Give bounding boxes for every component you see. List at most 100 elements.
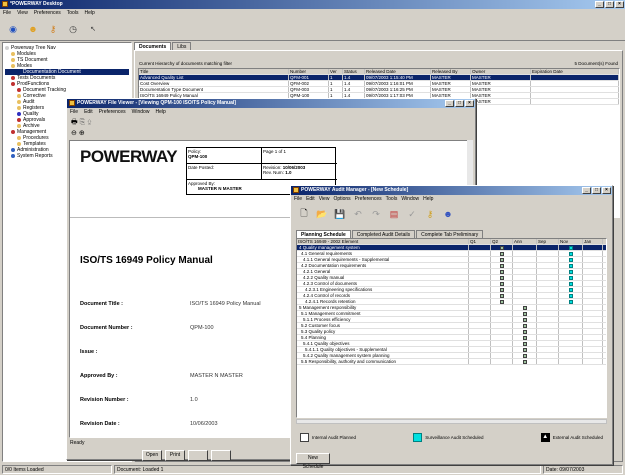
checkbox-icon[interactable] bbox=[523, 311, 527, 316]
menu-preferences[interactable]: Preferences bbox=[34, 9, 61, 17]
audit-cell[interactable] bbox=[537, 245, 559, 250]
column-header[interactable]: Status bbox=[343, 69, 365, 74]
audit-cell[interactable] bbox=[559, 251, 583, 256]
audit-column-header[interactable]: Ann bbox=[513, 239, 537, 244]
audit-cell[interactable] bbox=[583, 335, 603, 340]
checkbox-icon[interactable] bbox=[523, 323, 527, 328]
checkbox-icon[interactable] bbox=[500, 293, 504, 298]
audit-cell[interactable] bbox=[559, 353, 583, 358]
audit-cell[interactable] bbox=[513, 359, 537, 364]
audit-cell[interactable] bbox=[513, 347, 537, 352]
zoom-out-icon[interactable]: ⊖ bbox=[71, 130, 77, 137]
audit-cell[interactable] bbox=[469, 293, 491, 298]
audit-cell[interactable] bbox=[469, 275, 491, 280]
audit-cell[interactable] bbox=[537, 323, 559, 328]
audit-cell[interactable] bbox=[469, 323, 491, 328]
audit-cell[interactable] bbox=[491, 293, 513, 298]
audit-cell[interactable] bbox=[583, 341, 603, 346]
audit-hscroll[interactable] bbox=[296, 419, 607, 424]
audit-cell[interactable] bbox=[583, 305, 603, 310]
audit-cell[interactable] bbox=[537, 251, 559, 256]
print-button[interactable]: Print bbox=[165, 450, 185, 461]
audit-cell[interactable] bbox=[559, 275, 583, 280]
audit-column-header[interactable]: Jan bbox=[583, 239, 603, 244]
audit-cell[interactable] bbox=[513, 323, 537, 328]
checkbox-icon[interactable] bbox=[500, 263, 504, 268]
audit-cell[interactable] bbox=[583, 257, 603, 262]
checkbox-icon[interactable] bbox=[500, 281, 504, 286]
viewer-menu-help[interactable]: Help bbox=[155, 108, 165, 116]
viewer-menu-preferences[interactable]: Preferences bbox=[99, 108, 126, 116]
column-header[interactable]: Ver bbox=[329, 69, 343, 74]
audit-cell[interactable] bbox=[469, 359, 491, 364]
audit-cell[interactable] bbox=[583, 269, 603, 274]
checkbox-icon[interactable] bbox=[500, 269, 504, 274]
checkbox-icon[interactable] bbox=[500, 299, 504, 304]
menu-tools[interactable]: Tools bbox=[67, 9, 79, 17]
audit-cell[interactable] bbox=[559, 305, 583, 310]
audit-cell[interactable] bbox=[491, 305, 513, 310]
audit-cell[interactable] bbox=[559, 257, 583, 262]
audit-cell[interactable] bbox=[491, 347, 513, 352]
pointer-icon[interactable]: ↖ bbox=[86, 22, 100, 36]
viewer-menu-edit[interactable]: Edit bbox=[84, 108, 93, 116]
audit-cell[interactable] bbox=[583, 293, 603, 298]
checkbox-icon[interactable] bbox=[523, 359, 527, 364]
audit-close-button[interactable]: × bbox=[602, 187, 611, 194]
audit-cell[interactable] bbox=[537, 293, 559, 298]
export-icon[interactable]: ⇪ bbox=[87, 119, 92, 126]
audit-cell[interactable] bbox=[513, 329, 537, 334]
audit-cell[interactable] bbox=[491, 275, 513, 280]
audit-cell[interactable] bbox=[491, 299, 513, 304]
audit-cell[interactable] bbox=[513, 281, 537, 286]
users-icon[interactable]: ☻ bbox=[26, 22, 40, 36]
audit-cell[interactable] bbox=[491, 257, 513, 262]
audit-cell[interactable] bbox=[559, 347, 583, 352]
audit-cell[interactable] bbox=[537, 269, 559, 274]
audit-cell[interactable] bbox=[583, 251, 603, 256]
audit-cell[interactable] bbox=[583, 275, 603, 280]
audit-cell[interactable] bbox=[513, 317, 537, 322]
audit-cell[interactable] bbox=[537, 335, 559, 340]
audit-cell[interactable] bbox=[583, 347, 603, 352]
audit-cell[interactable] bbox=[583, 317, 603, 322]
keys-icon[interactable]: ⚷ bbox=[423, 207, 437, 221]
audit-cell[interactable] bbox=[491, 341, 513, 346]
audit-cell[interactable] bbox=[469, 311, 491, 316]
checkbox-icon[interactable] bbox=[523, 353, 527, 358]
audit-column-header[interactable]: Q2 bbox=[491, 239, 513, 244]
audit-cell[interactable] bbox=[491, 329, 513, 334]
audit-cell[interactable] bbox=[469, 335, 491, 340]
audit-maximize-button[interactable]: □ bbox=[592, 187, 601, 194]
audit-cell[interactable] bbox=[583, 323, 603, 328]
clock-icon[interactable]: ◷ bbox=[66, 22, 80, 36]
audit-cell[interactable] bbox=[513, 263, 537, 268]
audit-cell[interactable] bbox=[469, 299, 491, 304]
audit-menu-help[interactable]: Help bbox=[423, 195, 433, 203]
audit-cell[interactable] bbox=[559, 341, 583, 346]
audit-cell[interactable] bbox=[469, 317, 491, 322]
audit-cell[interactable] bbox=[491, 311, 513, 316]
audit-cell[interactable] bbox=[491, 251, 513, 256]
checkbox-icon[interactable] bbox=[500, 245, 504, 250]
audit-cell[interactable] bbox=[491, 287, 513, 292]
audit-cell[interactable] bbox=[537, 341, 559, 346]
audit-menu-window[interactable]: Window bbox=[401, 195, 419, 203]
audit-cell[interactable] bbox=[513, 353, 537, 358]
audit-cell[interactable] bbox=[583, 245, 603, 250]
audit-cell[interactable] bbox=[559, 329, 583, 334]
audit-cell[interactable] bbox=[491, 245, 513, 250]
maximize-button[interactable]: □ bbox=[605, 1, 614, 8]
audit-cell[interactable] bbox=[559, 359, 583, 364]
audit-cell[interactable] bbox=[559, 281, 583, 286]
audit-cell[interactable] bbox=[469, 269, 491, 274]
viewer-maximize-button[interactable]: □ bbox=[455, 100, 464, 107]
audit-cell[interactable] bbox=[469, 245, 491, 250]
audit-cell[interactable] bbox=[559, 269, 583, 274]
audit-row[interactable]: 5.5 Responsibility, authority and commun… bbox=[297, 359, 606, 365]
minimize-button[interactable]: _ bbox=[595, 1, 604, 8]
audit-cell[interactable] bbox=[469, 263, 491, 268]
checkbox-icon[interactable] bbox=[500, 251, 504, 256]
audit-cell[interactable] bbox=[537, 275, 559, 280]
undo-icon[interactable]: ↶ bbox=[351, 207, 365, 221]
